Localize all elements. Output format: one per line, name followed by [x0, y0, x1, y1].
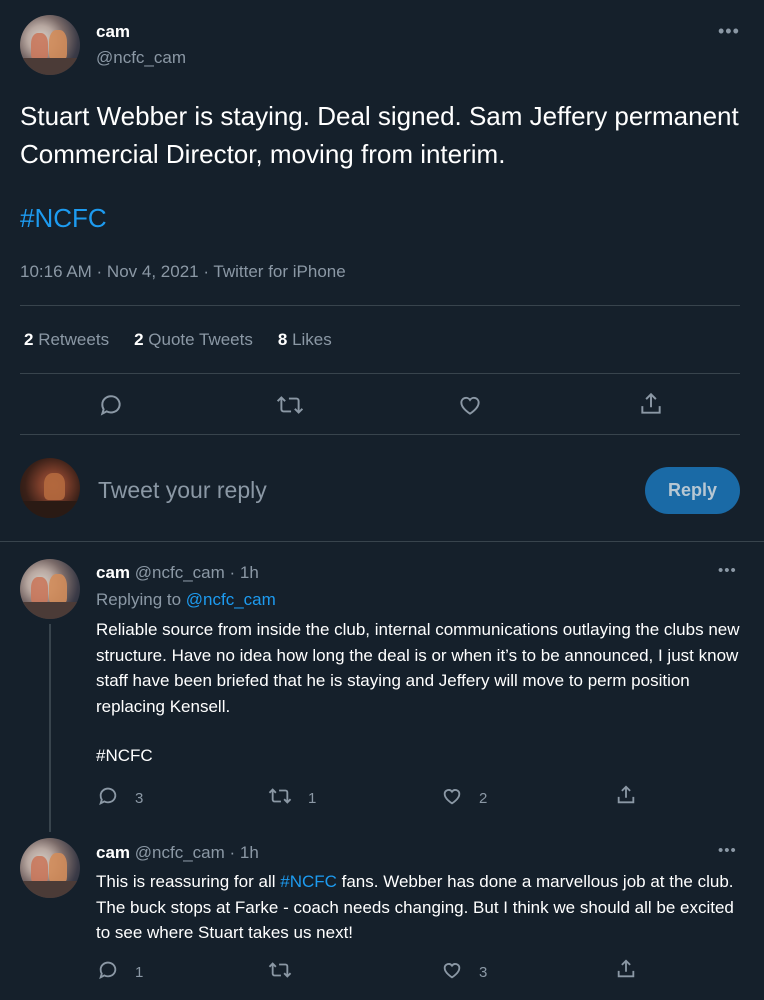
reply-icon	[97, 785, 119, 811]
share-icon[interactable]	[615, 784, 637, 806]
share-icon[interactable]	[615, 958, 637, 980]
divider	[0, 541, 764, 542]
tweet-timestamp[interactable]: 10:16 AM · Nov 4, 2021 · Twitter for iPh…	[20, 262, 346, 282]
reply-count: 1	[135, 963, 144, 981]
reply-hashtag[interactable]: #NCFC	[280, 872, 337, 891]
author-name[interactable]: cam	[96, 843, 130, 862]
replying-to-handle[interactable]: @ncfc_cam	[186, 590, 276, 609]
tweet-text: Stuart Webber is staying. Deal signed. S…	[20, 101, 739, 169]
retweet-count: 1	[308, 789, 317, 807]
like-action[interactable]: 3	[441, 959, 487, 985]
like-count: 2	[479, 789, 488, 807]
current-user-avatar[interactable]	[20, 458, 80, 518]
reply-input[interactable]: Tweet your reply	[98, 477, 618, 504]
thread-line	[49, 624, 51, 832]
retweet-icon	[268, 959, 292, 985]
reply-header: cam @ncfc_cam · 1h	[96, 563, 259, 583]
like-icon	[441, 959, 463, 985]
divider	[20, 373, 740, 374]
divider	[20, 434, 740, 435]
like-action[interactable]: 2	[441, 785, 487, 811]
like-icon	[441, 785, 463, 811]
more-options-icon[interactable]: •••	[718, 563, 737, 578]
author-handle[interactable]: @ncfc_cam	[135, 843, 225, 862]
avatar[interactable]	[20, 838, 80, 898]
like-icon[interactable]	[457, 392, 483, 418]
tweet-hashtag[interactable]: #NCFC	[20, 203, 107, 234]
more-options-icon[interactable]: •••	[718, 22, 740, 40]
share-icon[interactable]	[638, 391, 664, 417]
reply-text: Reliable source from inside the club, in…	[96, 620, 740, 716]
author-handle[interactable]: @ncfc_cam	[96, 48, 186, 68]
retweet-icon[interactable]	[276, 392, 304, 418]
reply-count: 3	[135, 789, 144, 807]
tweet-stats: 2 Retweets 2 Quote Tweets 8 Likes	[24, 330, 332, 350]
author-handle[interactable]: @ncfc_cam	[135, 563, 225, 582]
author-name[interactable]: cam	[96, 563, 130, 582]
replying-to: Replying to @ncfc_cam	[96, 590, 276, 609]
more-options-icon[interactable]: •••	[718, 843, 737, 858]
reply-icon	[97, 959, 119, 985]
reply-hashtag[interactable]: #NCFC	[96, 743, 153, 769]
reply-icon[interactable]	[98, 392, 124, 418]
quote-tweets-stat[interactable]: 2 Quote Tweets	[134, 330, 253, 350]
retweet-action[interactable]	[268, 959, 308, 985]
retweet-action[interactable]: 1	[268, 785, 316, 811]
reply-text: This is reassuring for all #NCFC fans. W…	[96, 872, 734, 942]
author-name[interactable]: cam	[96, 22, 130, 42]
reply-action[interactable]: 3	[97, 785, 143, 811]
reply-time[interactable]: · 1h	[230, 843, 259, 862]
divider	[20, 305, 740, 306]
reply-button[interactable]: Reply	[645, 467, 740, 514]
like-count: 3	[479, 963, 488, 981]
retweets-stat[interactable]: 2 Retweets	[24, 330, 109, 350]
retweet-icon	[268, 785, 292, 811]
likes-stat[interactable]: 8 Likes	[278, 330, 332, 350]
avatar[interactable]	[20, 559, 80, 619]
reply-time[interactable]: · 1h	[230, 563, 259, 582]
reply-action[interactable]: 1	[97, 959, 143, 985]
avatar[interactable]	[20, 15, 80, 75]
reply-header: cam @ncfc_cam · 1h	[96, 843, 259, 863]
